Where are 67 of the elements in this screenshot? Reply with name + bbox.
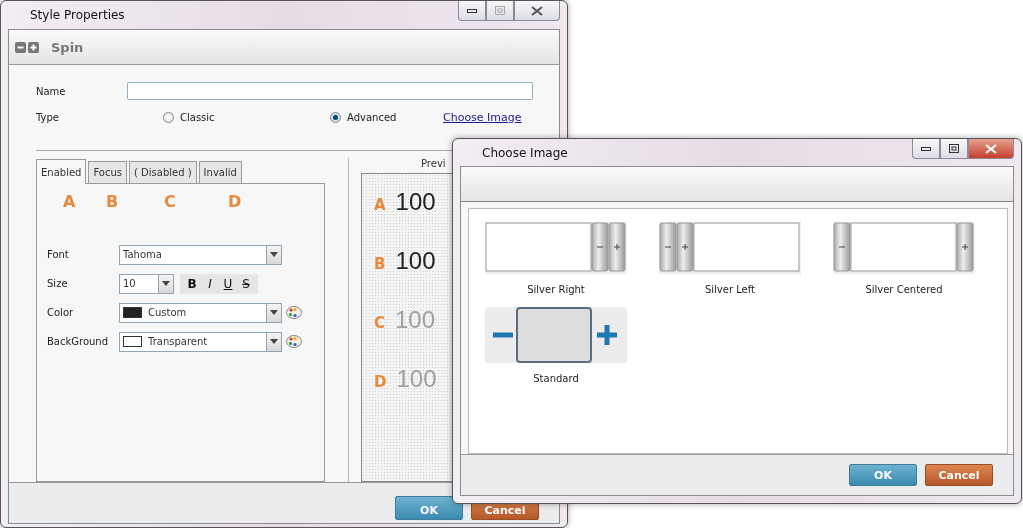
close-icon (531, 5, 543, 16)
preview-value: 100 (395, 188, 436, 216)
dropdown-arrow-icon (162, 281, 170, 286)
text-style-button[interactable]: I (201, 276, 219, 291)
palette-icon[interactable] (286, 335, 302, 348)
maximize-icon (949, 144, 959, 153)
text-style-button[interactable]: U (219, 276, 237, 291)
image-option[interactable]: Standard (485, 307, 627, 384)
type-radio[interactable]: Advanced (330, 111, 443, 123)
dropdown-arrow-icon (270, 310, 278, 315)
maximize-icon (495, 6, 505, 15)
spin-thumbnail-icon (833, 222, 975, 274)
spin-thumbnail-icon (485, 222, 627, 274)
state-marker: A (62, 192, 77, 213)
state-marker: C (163, 192, 177, 213)
color-dropdown[interactable]: Custom (119, 302, 282, 323)
state-marker: C (374, 314, 385, 332)
spin-thumbnail-icon (485, 307, 627, 363)
minimize-button[interactable] (912, 139, 940, 159)
text-style-button[interactable]: S (237, 276, 255, 291)
size-dropdown[interactable]: 10 (119, 273, 174, 294)
minimize-icon (467, 8, 477, 13)
dialog-title: Choose Image (482, 145, 568, 160)
section-title: Spin (51, 39, 84, 55)
preview-title: Previ (421, 158, 446, 169)
preview-value: 100 (396, 365, 437, 393)
type-label: Type (36, 111, 60, 123)
palette-icon[interactable] (286, 306, 302, 319)
preview-value: 100 (395, 247, 436, 275)
preview-value: 100 (395, 306, 436, 334)
image-option[interactable]: Silver Centered (833, 222, 975, 295)
color-label: Color (47, 307, 75, 318)
cancel-button[interactable]: Cancel (925, 464, 993, 486)
style-tab[interactable]: Enabled (36, 159, 87, 184)
spin-thumbnail-icon (659, 222, 801, 274)
image-option[interactable]: Silver Right (485, 222, 627, 295)
choose-image-link[interactable]: Choose Image (443, 110, 522, 124)
style-tab[interactable]: ( Disabled ) (129, 161, 197, 183)
size-label: Size (47, 278, 69, 289)
close-button[interactable] (968, 139, 1014, 159)
close-button[interactable] (514, 1, 560, 21)
name-field[interactable] (127, 82, 533, 100)
type-radio[interactable]: Classic (163, 111, 330, 123)
minimize-icon (921, 146, 931, 151)
swatch-icon (123, 336, 142, 347)
text-style-button[interactable]: B (183, 276, 201, 291)
font-label: Font (47, 249, 70, 260)
dropdown-arrow-icon (270, 339, 278, 344)
style-tab[interactable]: Focus (88, 161, 127, 183)
maximize-button[interactable] (940, 139, 968, 159)
name-label: Name (36, 85, 67, 97)
style-tab[interactable]: Invalid (198, 161, 242, 183)
background-dropdown[interactable]: Transparent (119, 331, 282, 352)
state-marker: B (105, 192, 120, 213)
dropdown-arrow-icon (270, 252, 278, 257)
state-marker: A (374, 196, 386, 214)
close-icon (985, 143, 997, 154)
collapse-expand-icon[interactable] (15, 41, 39, 53)
image-option[interactable]: Silver Left (659, 222, 801, 295)
minimize-button[interactable] (458, 1, 486, 21)
state-marker: B (374, 255, 386, 273)
state-marker: D (374, 373, 387, 391)
background-label: BackGround (47, 336, 110, 347)
font-dropdown[interactable]: Tahoma (119, 244, 282, 265)
state-marker: D (227, 192, 243, 213)
swatch-icon (123, 307, 142, 318)
window-title: Style Properties (30, 8, 125, 22)
